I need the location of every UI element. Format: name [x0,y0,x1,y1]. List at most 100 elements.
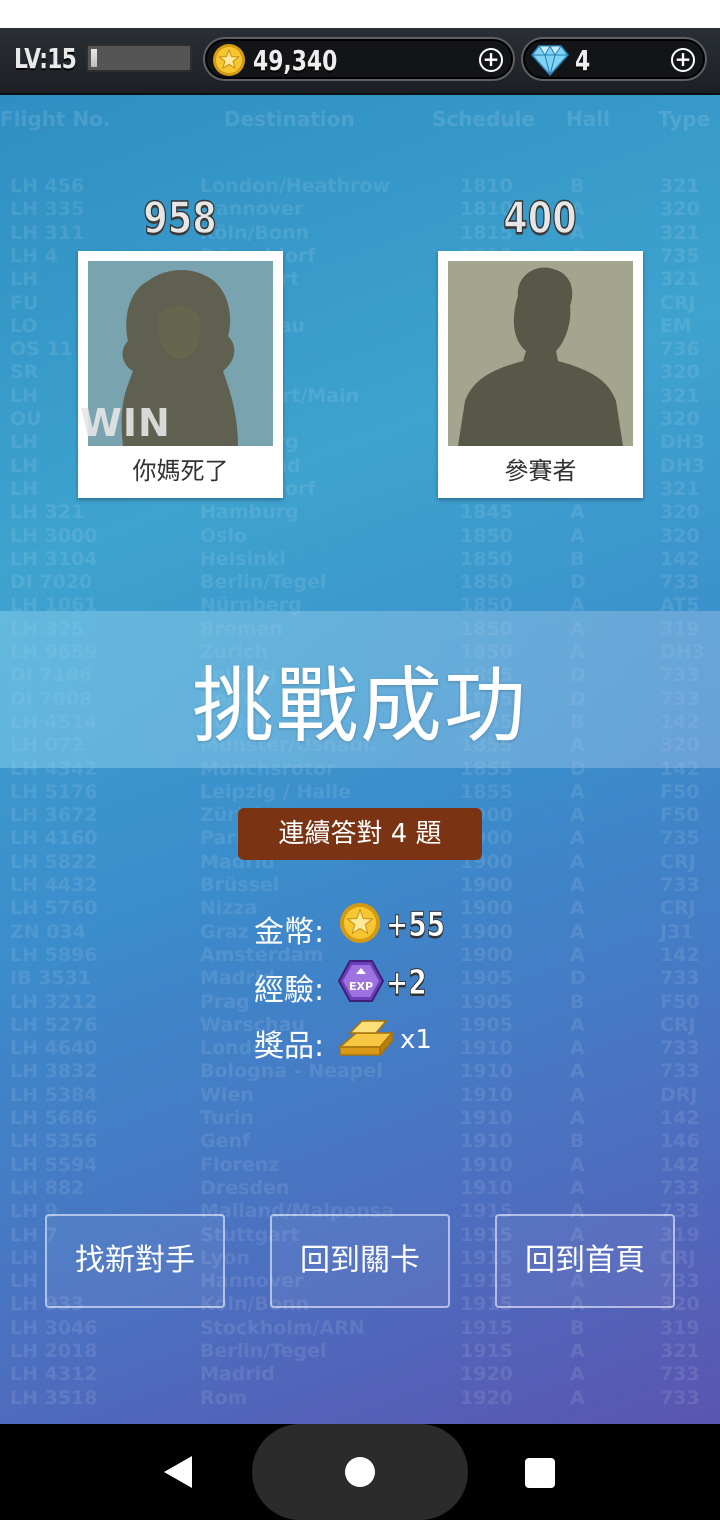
board-cell: CRJ [660,1013,696,1036]
add-coins-button[interactable]: + [479,48,503,72]
board-cell: LH 2018 [10,1340,98,1362]
board-row: LH 3000 Oslo 1850 A 320 [10,525,710,549]
board-cell: DI 7020 [10,571,93,594]
add-gems-button[interactable]: + [671,48,695,72]
board-cell: A [570,1176,585,1199]
back-to-level-button[interactable]: 回到關卡 [270,1214,450,1308]
board-cell: Helsinki [200,547,286,570]
board-cell: LH 3518 [10,1386,98,1409]
reward-coins-label: 金幣: [254,915,325,950]
board-cell: 1910 [460,1107,513,1129]
board-cell: LH [10,477,39,500]
board-cell: Genf [200,1130,251,1153]
board-cell: 733 [660,874,700,896]
reward-prize-value: x1 [400,1025,432,1055]
board-cell: 1850 [460,547,513,570]
board-cell: 1920 [460,1386,513,1409]
flight-board-header: Flight No. Destination Schedule Hall Typ… [0,107,720,137]
board-cell: LH [10,1246,39,1269]
board-cell: 733 [660,1037,700,1060]
board-cell: 321 [660,384,700,407]
board-cell: LH 3212 [10,990,98,1013]
board-cell: 1910 [460,1037,513,1060]
board-cell: 320 [660,361,700,384]
board-cell: 1850 [460,571,513,594]
reward-exp-label: 經驗: [254,973,325,1008]
coin-icon [340,903,380,943]
board-row: LH 321 Hamburg 1845 A 320 [10,501,710,525]
find-new-opponent-button[interactable]: 找新對手 [45,1214,225,1308]
board-cell: 321 [660,175,700,197]
board-cell: LH 3104 [10,547,98,570]
gem-balance: 4 + [521,37,707,81]
board-cell: ZN 034 [10,920,86,943]
reward-coins-value: +55 [386,905,446,946]
board-cell: LO [10,314,38,337]
board-cell: LH [10,1270,39,1293]
board-cell: F50 [660,804,700,827]
gem-count: 4 [575,44,591,77]
home-icon[interactable] [345,1457,375,1487]
right-player-name: 參賽者 [504,457,577,485]
board-cell: LH 4312 [10,1363,98,1386]
board-cell: Leipzig / Halle [200,780,352,803]
coin-balance: 49,340 + [203,37,515,81]
board-row: LH 4312 Madrid 1920 A 733 [10,1363,710,1387]
board-cell: LH 5276 [10,1013,98,1036]
board-cell: D [570,967,586,990]
board-cell: A [570,1363,585,1386]
board-cell: A [570,1153,585,1176]
board-cell: LH 456 [10,175,85,197]
board-cell: Berlin/Tegel [200,1340,327,1362]
status-bar [0,0,720,28]
top-hud: LV:15 49,340 + 4 + [0,28,720,95]
board-cell: 735 [660,244,700,267]
board-row: LH 4432 Brüssel 1900 A 733 [10,874,710,898]
board-cell: A [570,501,585,524]
board-cell: B [570,1130,585,1153]
board-cell: D [570,571,586,594]
board-cell: LH 5896 [10,943,98,966]
board-cell: Wien [200,1083,254,1106]
board-cell: 320 [660,408,700,430]
board-cell: LH 5384 [10,1083,98,1106]
board-cell: LH [10,384,39,407]
board-cell: 1910 [460,1060,513,1083]
system-navigation-bar [0,1424,720,1520]
board-cell: 320 [660,501,700,524]
board-cell: B [570,1316,585,1339]
board-cell: 1900 [460,874,513,896]
recent-apps-icon[interactable] [525,1458,555,1488]
board-cell: A [570,780,585,803]
board-cell: A [570,1013,585,1036]
board-cell: 1910 [460,1153,513,1176]
result-banner: 挑戰成功 [0,611,720,768]
exp-icon: EXP [338,960,384,1002]
xp-progress-bar [86,44,192,72]
board-cell: LH 5822 [10,850,98,873]
board-cell: LH 5594 [10,1153,98,1176]
board-cell: OS 11 [10,338,73,361]
board-cell: 1855 [460,780,513,803]
male-silhouette-icon [458,267,623,446]
board-cell: 1900 [460,943,513,966]
board-header-cell: Flight No. [0,107,111,131]
board-cell: A [570,1340,585,1362]
board-cell: A [570,1386,585,1409]
board-cell: 733 [660,967,700,990]
board-cell: LH 4160 [10,827,98,850]
board-row: LH 3518 Rom 1920 A 733 [10,1387,710,1411]
board-cell: CRJ [660,291,696,314]
board-cell: Rom [200,1386,248,1409]
board-cell: 321 [660,1340,700,1362]
back-icon[interactable] [162,1456,194,1488]
board-cell: FU [10,291,39,314]
board-header-cell: Type [658,107,711,131]
board-header-cell: Destination [224,107,355,131]
result-screen: Flight No. Destination Schedule Hall Typ… [0,95,720,1424]
board-cell: Brüssel [200,874,280,896]
back-to-home-button[interactable]: 回到首頁 [495,1214,675,1308]
xp-progress-fill [88,46,101,70]
board-row: LH 3046 Stockholm/ARN 1915 B 319 [10,1317,710,1341]
board-cell: 1915 [460,1316,513,1339]
